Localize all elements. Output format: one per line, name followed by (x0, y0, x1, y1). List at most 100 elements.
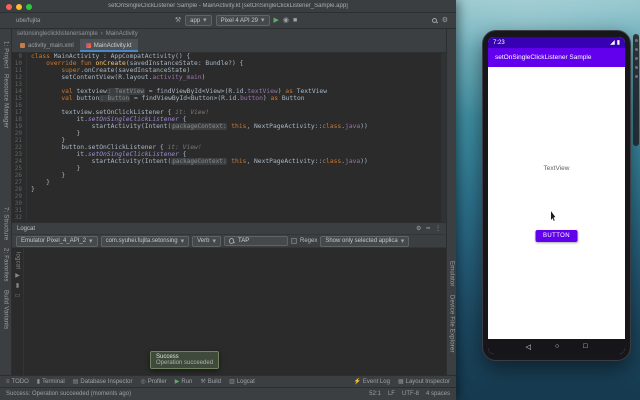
line-number[interactable]: 21 (12, 137, 27, 144)
code-line[interactable]: 31 (12, 207, 446, 214)
more-options-icon[interactable]: ⋮ (435, 225, 441, 232)
emulator-side-toolbar[interactable] (633, 34, 639, 146)
tool-button-database-inspector[interactable]: ▤ Database Inspector (73, 379, 133, 385)
logcat-device-select[interactable]: Emulator Pixel_4_API_2 ▾ (16, 235, 98, 247)
line-number[interactable]: 10 (12, 60, 27, 67)
tool-button-event-log[interactable]: ⚡ Event Log (353, 379, 390, 385)
minimize-button[interactable] (16, 4, 22, 10)
indent-setting[interactable]: 4 spaces (426, 391, 450, 397)
editor-scrollbar[interactable] (441, 53, 446, 222)
line-number[interactable]: 28 (12, 186, 27, 193)
rail-trash-icon[interactable]: ▭ (15, 293, 21, 299)
app-button[interactable]: BUTTON (535, 230, 578, 243)
code-line[interactable]: 11 super.onCreate(savedInstanceState) (12, 67, 446, 74)
run-config-select[interactable]: app ▾ (185, 15, 212, 26)
code-line[interactable]: 15 val button: Button = findViewById<But… (12, 95, 446, 102)
tool-button-todo[interactable]: ≡ TODO (6, 379, 29, 385)
code-line[interactable]: 22 button.setOnClickListener { it: View! (12, 144, 446, 151)
tool-stripe-project[interactable]: 1: Project (3, 41, 9, 68)
code-line[interactable]: 12 setContentView(R.layout.activity_main… (12, 74, 446, 81)
tool-stripe-build-variants[interactable]: Build Variants (3, 290, 9, 329)
line-number[interactable]: 24 (12, 158, 27, 165)
line-number[interactable]: 31 (12, 207, 27, 214)
logcat-filter-select[interactable]: Show only selected applica ▾ (320, 235, 410, 247)
breadcrumb-module[interactable]: setonsingleclicklistenersample (17, 31, 98, 37)
search-icon[interactable] (431, 17, 438, 24)
line-number[interactable]: 18 (12, 116, 27, 123)
tool-button-terminal[interactable]: ▮ Terminal (37, 379, 65, 385)
tool-stripe-structure[interactable]: 7: Structure (3, 207, 9, 240)
code-line[interactable]: 19 startActivity(Intent(packageContext: … (12, 123, 446, 130)
regex-checkbox[interactable] (290, 238, 297, 244)
code-line[interactable]: 16 (12, 102, 446, 109)
code-line[interactable]: 29 (12, 193, 446, 200)
tab-mainactivity-kt[interactable]: MainActivity.kt (79, 39, 138, 52)
line-number[interactable]: 12 (12, 74, 27, 81)
home-button[interactable]: ○ (555, 343, 559, 350)
line-number[interactable]: 32 (12, 214, 27, 221)
close-button[interactable] (6, 4, 12, 10)
line-number[interactable]: 19 (12, 123, 27, 130)
line-number[interactable]: 22 (12, 144, 27, 151)
code-line[interactable]: 25 } (12, 165, 446, 172)
line-number[interactable]: 25 (12, 165, 27, 172)
tool-stripe-resource-manager[interactable]: Resource Manager (3, 74, 9, 128)
code-line[interactable]: 10 override fun onCreate(savedInstanceSt… (12, 60, 446, 67)
breadcrumb-item[interactable]: MainActivity (106, 31, 138, 37)
code-line[interactable]: 9 class MainActivity : AppCompatActivity(… (12, 53, 446, 60)
code-line[interactable]: 21 } (12, 137, 446, 144)
line-number[interactable]: 11 (12, 67, 27, 74)
code-line[interactable]: 23 it.setOnSingleClickListener { (12, 151, 446, 158)
emulator-toolbar-button[interactable] (634, 57, 638, 60)
stop-button[interactable]: ■ (293, 17, 297, 24)
line-number[interactable]: 20 (12, 130, 27, 137)
line-number[interactable]: 14 (12, 88, 27, 95)
tab-activity-main-xml[interactable]: activity_main.xml (14, 39, 80, 52)
line-number[interactable]: 29 (12, 193, 27, 200)
device-select[interactable]: Pixel 4 API 29 ▾ (215, 15, 270, 26)
emulator-toolbar-button[interactable] (634, 66, 638, 69)
line-number[interactable]: 13 (12, 81, 27, 88)
tool-button-run[interactable]: ▶ Run (175, 379, 193, 385)
rail-play-icon[interactable]: ▶ (15, 273, 20, 279)
code-line[interactable]: 28} (12, 186, 446, 193)
run-button[interactable]: ▶ (274, 17, 279, 24)
recents-button[interactable]: □ (583, 343, 587, 350)
line-number[interactable]: 17 (12, 109, 27, 116)
line-number[interactable]: 23 (12, 151, 27, 158)
settings-gear-icon[interactable]: ⚙ (442, 17, 448, 24)
line-separator[interactable]: LF (388, 391, 395, 397)
line-number[interactable]: 9 (12, 53, 27, 60)
code-line[interactable]: 24 startActivity(Intent(packageContext: … (12, 158, 446, 165)
emulator-toolbar-button[interactable] (634, 39, 638, 42)
line-number[interactable]: 27 (12, 179, 27, 186)
code-line[interactable]: 26 } (12, 172, 446, 179)
tool-stripe-favorites[interactable]: 2: Favorites (3, 248, 9, 282)
code-line[interactable]: 27 } (12, 179, 446, 186)
logcat-title[interactable]: Logcat (17, 226, 35, 232)
file-encoding[interactable]: UTF-8 (402, 391, 419, 397)
caret-position[interactable]: 52:1 (369, 391, 381, 397)
tool-button-profiler[interactable]: ◎ Profiler (140, 379, 166, 385)
minimize-panel-icon[interactable]: ━ (426, 225, 430, 232)
emulator-toolbar-button[interactable] (634, 75, 638, 78)
line-number[interactable]: 15 (12, 95, 27, 102)
tool-stripe-device-file-explorer[interactable]: Device File Explorer (449, 295, 455, 353)
line-number[interactable]: 26 (12, 172, 27, 179)
code-line[interactable]: 13 (12, 81, 446, 88)
logcat-content[interactable]: logcat ▶ ▮ ▭ (12, 248, 446, 375)
code-line[interactable]: 30 (12, 200, 446, 207)
debug-button[interactable]: ◉ (283, 17, 289, 24)
code-line[interactable]: 17 textview.setOnClickListener { it: Vie… (12, 109, 446, 116)
build-hammer-icon[interactable]: ⚒ (175, 17, 181, 24)
code-line[interactable]: 32 (12, 214, 446, 221)
tool-button-logcat[interactable]: ▥ Logcat (229, 379, 255, 385)
tool-button-layout-inspector[interactable]: ▦ Layout Inspector (398, 379, 450, 385)
code-line[interactable]: 14 val textview: TextView = findViewById… (12, 88, 446, 95)
tool-stripe-emulator[interactable]: Emulator (449, 261, 455, 287)
code-line[interactable]: 18 it.setOnSingleClickListener { (12, 116, 446, 123)
tool-button-build[interactable]: ⚒ Build (200, 379, 221, 385)
logcat-process-select[interactable]: com.syuhei.fujita.setonsing ▾ (100, 235, 190, 247)
settings-gear-icon[interactable]: ⚙ (416, 225, 421, 232)
code-line[interactable]: 20 } (12, 130, 446, 137)
